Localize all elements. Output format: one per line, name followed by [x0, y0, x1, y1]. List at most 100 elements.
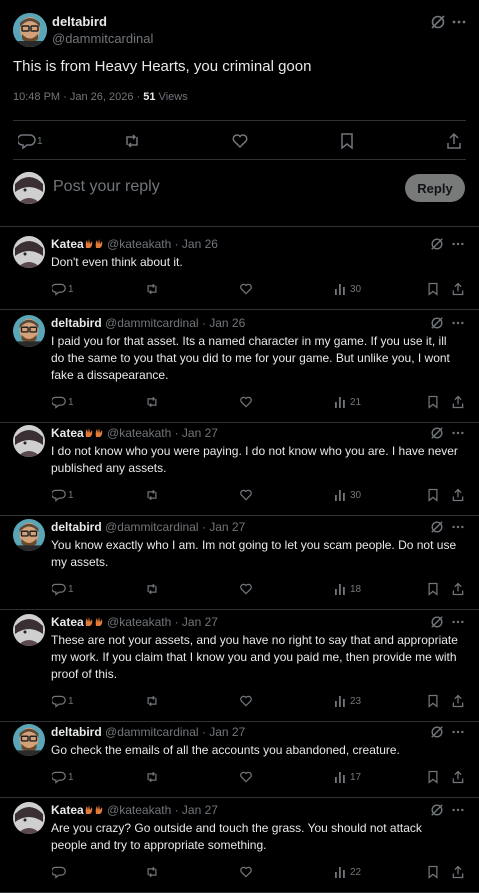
views-icon[interactable] — [333, 694, 347, 708]
repost-icon[interactable] — [123, 132, 141, 150]
grok-icon[interactable] — [430, 520, 444, 534]
views-icon[interactable] — [333, 282, 347, 296]
views-icon[interactable] — [333, 770, 347, 784]
more-icon[interactable] — [451, 237, 465, 251]
reply-date[interactable]: · Jan 27 — [175, 426, 218, 440]
repost-icon[interactable] — [145, 395, 159, 409]
reply-author-name[interactable]: Katea — [51, 615, 84, 629]
views-icon[interactable] — [333, 488, 347, 502]
reply-icon[interactable] — [52, 582, 66, 596]
share-icon[interactable] — [451, 488, 465, 502]
reply-avatar[interactable] — [13, 614, 45, 646]
reply-input[interactable]: Post your reply — [53, 178, 160, 196]
more-icon[interactable] — [451, 14, 467, 30]
reply-avatar[interactable] — [13, 724, 45, 756]
reply-author-handle[interactable]: @dammitcardinal — [105, 725, 199, 739]
reply-avatar[interactable] — [13, 802, 45, 834]
grok-icon[interactable] — [430, 14, 446, 30]
like-icon[interactable] — [231, 132, 249, 150]
share-icon[interactable] — [451, 282, 465, 296]
reply-icon[interactable] — [52, 694, 66, 708]
grok-icon[interactable] — [430, 426, 444, 440]
grok-icon[interactable] — [430, 803, 444, 817]
reply-author-name[interactable]: deltabird — [51, 316, 102, 330]
bookmark-icon[interactable] — [426, 865, 440, 879]
like-icon[interactable] — [239, 395, 253, 409]
grok-icon[interactable] — [430, 316, 444, 330]
reply-author-handle[interactable]: @dammitcardinal — [105, 316, 199, 330]
bookmark-icon[interactable] — [426, 694, 440, 708]
reply-author-handle[interactable]: @kateakath — [107, 426, 171, 440]
user-avatar[interactable] — [13, 172, 45, 204]
share-icon[interactable] — [451, 582, 465, 596]
more-icon[interactable] — [451, 803, 465, 817]
share-icon[interactable] — [445, 132, 463, 150]
reply-avatar[interactable] — [13, 519, 45, 551]
reply-avatar[interactable] — [13, 315, 45, 347]
like-icon[interactable] — [239, 282, 253, 296]
grok-icon[interactable] — [430, 615, 444, 629]
reply-date[interactable]: · Jan 27 — [202, 725, 245, 739]
bookmark-icon[interactable] — [426, 282, 440, 296]
repost-icon[interactable] — [145, 770, 159, 784]
more-icon[interactable] — [451, 615, 465, 629]
reply-date[interactable]: · Jan 26 — [175, 237, 218, 251]
more-icon[interactable] — [451, 426, 465, 440]
author-handle[interactable]: @dammitcardinal — [52, 31, 153, 46]
reply-author-name[interactable]: Katea — [51, 803, 84, 817]
more-icon[interactable] — [451, 725, 465, 739]
repost-icon[interactable] — [145, 282, 159, 296]
reply-text: I do not know who you were paying. I do … — [51, 444, 458, 475]
reply-author-name[interactable]: deltabird — [51, 520, 102, 534]
reply-author-handle[interactable]: @kateakath — [107, 803, 171, 817]
share-icon[interactable] — [451, 694, 465, 708]
share-icon[interactable] — [451, 770, 465, 784]
bookmark-icon[interactable] — [426, 582, 440, 596]
share-icon[interactable] — [451, 395, 465, 409]
more-icon[interactable] — [451, 316, 465, 330]
like-icon[interactable] — [239, 488, 253, 502]
views-icon[interactable] — [333, 582, 347, 596]
like-icon[interactable] — [239, 694, 253, 708]
reply-author-handle[interactable]: @kateakath — [107, 237, 171, 251]
more-icon[interactable] — [451, 520, 465, 534]
reply-icon[interactable] — [52, 770, 66, 784]
reply-icon[interactable] — [52, 865, 66, 879]
repost-icon[interactable] — [145, 582, 159, 596]
like-icon[interactable] — [239, 770, 253, 784]
like-icon[interactable] — [239, 865, 253, 879]
grok-icon[interactable] — [430, 237, 444, 251]
post-time[interactable]: 10:48 PM · Jan 26, 2026 · — [13, 91, 143, 103]
grok-icon[interactable] — [430, 725, 444, 739]
reply-author-name[interactable]: deltabird — [51, 725, 102, 739]
reply-icon[interactable] — [52, 395, 66, 409]
views-icon[interactable] — [333, 865, 347, 879]
reply-button[interactable]: Reply — [405, 174, 465, 202]
bookmark-icon[interactable] — [426, 395, 440, 409]
reply-author-name[interactable]: Katea — [51, 426, 84, 440]
bookmark-icon[interactable] — [426, 770, 440, 784]
views-icon[interactable] — [333, 395, 347, 409]
reply-icon[interactable] — [18, 132, 36, 150]
reply-date[interactable]: · Jan 27 — [175, 803, 218, 817]
reply-icon[interactable] — [52, 488, 66, 502]
author-name[interactable]: deltabird — [52, 14, 107, 29]
reply-avatar[interactable] — [13, 236, 45, 268]
reply-author-handle[interactable]: @kateakath — [107, 615, 171, 629]
bookmark-icon[interactable] — [338, 132, 356, 150]
author-avatar[interactable] — [13, 13, 47, 47]
reply-avatar[interactable] — [13, 425, 45, 457]
reply-icon[interactable] — [52, 282, 66, 296]
repost-icon[interactable] — [145, 488, 159, 502]
repost-icon[interactable] — [145, 694, 159, 708]
repost-icon[interactable] — [145, 865, 159, 879]
reply-author-name[interactable]: Katea — [51, 237, 84, 251]
bookmark-icon[interactable] — [426, 488, 440, 502]
reply-date[interactable]: · Jan 27 — [175, 615, 218, 629]
reply-text: You know exactly who I am. Im not going … — [51, 538, 457, 569]
reply-date[interactable]: · Jan 26 — [202, 316, 245, 330]
reply-date[interactable]: · Jan 27 — [202, 520, 245, 534]
like-icon[interactable] — [239, 582, 253, 596]
share-icon[interactable] — [451, 865, 465, 879]
reply-author-handle[interactable]: @dammitcardinal — [105, 520, 199, 534]
